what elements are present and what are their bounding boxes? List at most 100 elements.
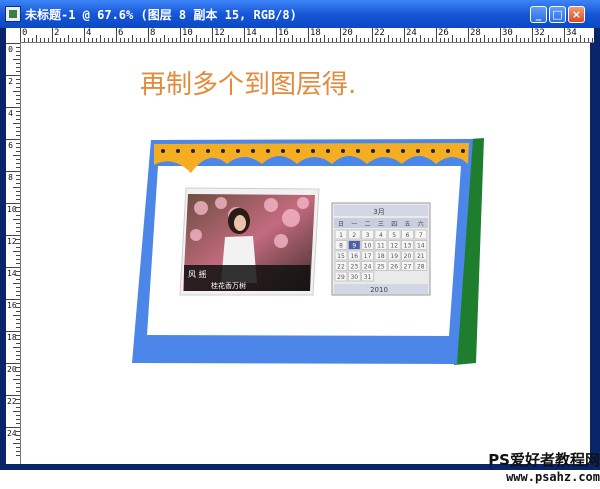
ruler-label: 0	[8, 45, 13, 54]
ruler-minor-tick	[96, 38, 97, 42]
ruler-minor-tick	[16, 131, 20, 132]
ruler-minor-tick	[140, 38, 141, 42]
date-label: 11	[377, 243, 385, 250]
ruler-label: 4	[86, 28, 92, 38]
ruler-label: 10	[7, 205, 17, 214]
ruler-minor-tick	[16, 415, 20, 416]
ruler-label: 32	[534, 28, 545, 38]
date-label: 24	[364, 264, 372, 271]
ruler-tick	[6, 395, 20, 396]
date-label: 17	[364, 253, 372, 260]
ruler-minor-tick	[16, 175, 20, 176]
close-button[interactable]: ×	[568, 6, 585, 23]
canvas[interactable]: 再制多个到图层得. 风 摇 桂花香万树 3月 日 一 二 三 四 五 六 1 2…	[21, 43, 590, 464]
ruler-minor-tick	[24, 38, 25, 42]
ruler-minor-tick	[13, 59, 20, 60]
weekday-label: 日	[338, 221, 344, 228]
ruler-tick	[212, 28, 213, 42]
ruler-minor-tick	[16, 223, 20, 224]
year-label: 2010	[370, 286, 388, 294]
ruler-label: 22	[374, 28, 385, 38]
ruler-minor-tick	[16, 67, 20, 68]
title-bar[interactable]: 未标题-1 @ 67.6% (图层 8 副本 15, RGB/8) _ □ ×	[0, 0, 600, 28]
ruler-tick	[180, 28, 181, 42]
ruler-minor-tick	[28, 38, 29, 42]
ruler-minor-tick	[304, 38, 305, 42]
ruler-minor-tick	[484, 35, 485, 42]
ruler-minor-tick	[16, 311, 20, 312]
ruler-minor-tick	[13, 251, 20, 252]
date-label: 20	[404, 253, 412, 260]
ruler-tick	[532, 28, 533, 42]
ruler-minor-tick	[392, 38, 393, 42]
document-window: 未标题-1 @ 67.6% (图层 8 副本 15, RGB/8) _ □ × …	[0, 0, 600, 470]
ruler-minor-tick	[540, 38, 541, 42]
ruler-tick	[404, 28, 405, 42]
ruler-minor-tick	[196, 35, 197, 42]
ruler-tick	[340, 28, 341, 42]
ruler-minor-tick	[13, 379, 20, 380]
ruler-minor-tick	[300, 38, 301, 42]
ruler-minor-tick	[13, 155, 20, 156]
ruler-minor-tick	[444, 38, 445, 42]
ruler-minor-tick	[16, 243, 20, 244]
ruler-minor-tick	[348, 38, 349, 42]
ruler-minor-tick	[16, 115, 20, 116]
date-label: 14	[417, 243, 425, 250]
ruler-minor-tick	[16, 167, 20, 168]
date-label: 27	[404, 264, 412, 271]
ruler-minor-tick	[88, 38, 89, 42]
ruler-label: 22	[7, 397, 17, 406]
maximize-button[interactable]: □	[549, 6, 566, 23]
ruler-label: 10	[182, 28, 193, 38]
ruler-minor-tick	[516, 35, 517, 42]
month-header-label: 3月	[373, 208, 384, 216]
horizontal-ruler[interactable]: 0 2 4 6 8 10 12 14 16 18 20 22 24 26 28 30 32 34	[6, 28, 594, 43]
ruler-label: 16	[278, 28, 289, 38]
date-label: 30	[350, 274, 358, 281]
ruler-minor-tick	[328, 38, 329, 42]
minimize-button[interactable]: _	[530, 6, 547, 23]
ruler-minor-tick	[356, 35, 357, 42]
ruler-minor-tick	[16, 327, 20, 328]
ruler-minor-tick	[16, 51, 20, 52]
ruler-minor-tick	[284, 38, 285, 42]
desk-calendar-artwork: 风 摇 桂花香万树 3月 日一二三四五六 1 2 3 4 5 6 78 9 10 11 12 13 14…	[132, 138, 484, 365]
ruler-minor-tick	[16, 55, 20, 56]
ruler-label: 20	[342, 28, 353, 38]
ruler-minor-tick	[164, 35, 165, 42]
ruler-minor-tick	[536, 38, 537, 42]
ruler-minor-tick	[332, 38, 333, 42]
ruler-minor-tick	[16, 79, 20, 80]
ruler-minor-tick	[156, 38, 157, 42]
ruler-minor-tick	[16, 451, 20, 452]
ruler-minor-tick	[428, 38, 429, 42]
ruler-minor-tick	[288, 38, 289, 42]
ruler-minor-tick	[16, 339, 20, 340]
ruler-minor-tick	[124, 38, 125, 42]
ruler-label: 6	[118, 28, 124, 38]
ruler-label: 2	[8, 77, 13, 86]
ruler-minor-tick	[64, 38, 65, 42]
ruler-minor-tick	[16, 295, 20, 296]
vertical-ruler[interactable]: 0 2 4 6 8 10 12 14 16 18 20 22 24	[6, 42, 21, 464]
ruler-minor-tick	[344, 38, 345, 42]
ruler-minor-tick	[488, 38, 489, 42]
ruler-minor-tick	[16, 387, 20, 388]
ruler-minor-tick	[256, 38, 257, 42]
ruler-label: 30	[502, 28, 513, 38]
ruler-minor-tick	[16, 135, 20, 136]
ruler-tick	[6, 43, 20, 44]
ruler-label: 18	[310, 28, 321, 38]
ruler-tick	[84, 28, 85, 42]
ruler-minor-tick	[320, 38, 321, 42]
ruler-minor-tick	[376, 38, 377, 42]
ruler-label: 12	[7, 237, 17, 246]
ruler-minor-tick	[16, 119, 20, 120]
ruler-minor-tick	[184, 38, 185, 42]
ruler-minor-tick	[13, 91, 20, 92]
ruler-minor-tick	[16, 95, 20, 96]
ruler-label: 14	[246, 28, 257, 38]
ruler-tick	[148, 28, 149, 42]
ruler-minor-tick	[452, 35, 453, 42]
